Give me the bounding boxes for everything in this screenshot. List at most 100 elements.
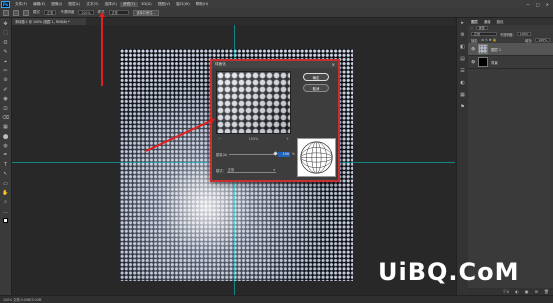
- tool-icon[interactable]: ↖: [2, 171, 9, 178]
- panel-icon-strip: ▸ ⚙ ◧ ▤ ☰ ◐ ▦ ⚑: [456, 18, 468, 295]
- preview-zoom-row: − 100% +: [216, 136, 291, 141]
- fill-field[interactable]: 100%: [535, 37, 550, 43]
- menu-item[interactable]: 文字(Y): [83, 2, 101, 7]
- eye-icon[interactable]: 👁: [471, 47, 475, 51]
- add-selection-icon[interactable]: [23, 9, 29, 16]
- menu-item[interactable]: 选择(S): [102, 2, 120, 7]
- tool-icon[interactable]: ✐: [2, 87, 9, 94]
- document-tab-bar: 未标题-1 @ 100% (图层 1, RGB/8) *: [12, 18, 455, 25]
- layer-row[interactable]: 👁 图层 1: [468, 43, 553, 56]
- panel-icon[interactable]: ▤: [459, 56, 466, 63]
- menu-item[interactable]: 图像(I): [48, 2, 65, 7]
- close-icon[interactable]: ✕: [546, 2, 549, 7]
- menu-item[interactable]: 图层(L): [65, 2, 83, 7]
- ok-button[interactable]: 确定: [303, 73, 329, 81]
- tool-icon[interactable]: ⌕: [2, 199, 9, 206]
- opacity-label: 不透明度: [60, 10, 75, 14]
- layer-name: 背景: [491, 60, 498, 65]
- panel-icon[interactable]: ◐: [459, 80, 466, 87]
- annotation-arrow-menu: [101, 14, 103, 86]
- tool-icon[interactable]: ✒: [2, 152, 9, 159]
- tool-icon[interactable]: ◍: [2, 143, 9, 150]
- layer-row[interactable]: 👁 背景: [468, 56, 553, 69]
- layers-action-icon[interactable]: 🗑: [544, 289, 549, 294]
- dialog-close-icon[interactable]: ✕: [332, 62, 335, 67]
- panel-icon[interactable]: ⚑: [459, 104, 466, 111]
- filter-preview[interactable]: [216, 71, 291, 134]
- photoshop-logo: Ps: [1, 0, 10, 8]
- tool-icon[interactable]: ◉: [2, 96, 9, 103]
- new-selection-icon[interactable]: [13, 9, 19, 16]
- menu-item[interactable]: 滤镜(T): [119, 1, 139, 7]
- layers-bottom-bar: ⓕx ◐ ▣ ⊞ 🗑: [468, 288, 553, 295]
- lock-icon[interactable]: ⊡ ✎ ✥ 🔒: [481, 38, 496, 42]
- tab-paths[interactable]: 路径: [497, 19, 504, 24]
- style-select[interactable]: 正常: [108, 10, 129, 15]
- layers-tabs: 图层 通道 路径: [468, 18, 553, 25]
- tab-channels[interactable]: 通道: [484, 19, 491, 24]
- menu-item[interactable]: 文件(F): [12, 2, 30, 7]
- tool-icon[interactable]: ▦: [2, 124, 9, 131]
- tools-panel: ✥ ⬚ ʘ ✎ ⌖ ✂ ⊘ ✐ ◉ ⎚ ⌫ ▦ ⬤ ◍ ✒ T ↖ ▭ ✋ ⌕ …: [0, 18, 12, 295]
- foreground-color-swatch[interactable]: [3, 218, 8, 224]
- layer-opacity-field[interactable]: 100%: [516, 31, 532, 37]
- dialog-titlebar[interactable]: 球面化 ✕: [212, 61, 338, 68]
- tool-icon[interactable]: ✥: [2, 21, 9, 28]
- mode-label: 模式: [33, 10, 40, 14]
- opacity-field[interactable]: 100%: [78, 10, 94, 15]
- tool-icon[interactable]: …: [2, 209, 9, 216]
- panel-icon[interactable]: ▦: [459, 92, 466, 99]
- tool-icon[interactable]: ✎: [2, 49, 9, 56]
- menu-item[interactable]: 编辑(E): [30, 2, 48, 7]
- cancel-button[interactable]: 取消: [303, 84, 329, 92]
- zoom-in-button[interactable]: +: [286, 137, 289, 141]
- document-tab[interactable]: 未标题-1 @ 100% (图层 1, RGB/8) *: [12, 18, 86, 25]
- layer-thumbnail: [478, 44, 488, 54]
- menu-item[interactable]: 视图(V): [155, 2, 173, 7]
- amount-slider-knob[interactable]: [273, 151, 278, 156]
- menu-items: 文件(F) 编辑(E) 图像(I) 图层(L) 文字(Y) 选择(S) 滤镜(T) 3D(D)…: [12, 1, 212, 7]
- tool-icon[interactable]: T: [2, 162, 9, 169]
- menu-item[interactable]: 3D(D): [138, 2, 155, 7]
- amount-input[interactable]: 100: [277, 151, 290, 157]
- minimize-icon[interactable]: —: [526, 2, 530, 7]
- select-and-mask-button[interactable]: 选择并遮住...: [132, 9, 160, 16]
- layers-action-icon[interactable]: ⓕx: [503, 289, 509, 295]
- tool-icon[interactable]: ⌖: [2, 59, 9, 66]
- tool-icon[interactable]: ⊘: [2, 77, 9, 84]
- panel-icon[interactable]: ⚙: [459, 32, 466, 39]
- tool-icon[interactable]: ▭: [2, 181, 9, 188]
- zoom-level: 100%: [248, 136, 259, 141]
- amount-slider[interactable]: [229, 151, 278, 156]
- lock-label: 锁定:: [471, 38, 479, 43]
- tool-icon[interactable]: ⬚: [2, 30, 9, 37]
- marquee-tool-icon[interactable]: [3, 9, 9, 16]
- menu-item[interactable]: 帮助(H): [193, 2, 212, 7]
- maximize-icon[interactable]: □: [536, 2, 540, 7]
- menu-item[interactable]: 窗口(W): [173, 2, 193, 7]
- kind-filter-select[interactable]: 类型: [475, 25, 488, 31]
- status-bar: 100% 文档:3.00M/3.00M: [0, 295, 553, 303]
- eye-icon[interactable]: 👁: [471, 60, 475, 64]
- layers-action-icon[interactable]: ▣: [525, 289, 529, 294]
- blend-mode-select[interactable]: 正常: [471, 31, 497, 37]
- tool-icon[interactable]: ʘ: [2, 40, 9, 47]
- tool-icon[interactable]: ⎚: [2, 106, 9, 113]
- tab-layers[interactable]: 图层: [471, 19, 478, 24]
- panel-icon[interactable]: ▸: [459, 20, 466, 27]
- tool-icon[interactable]: ⬤: [2, 134, 9, 141]
- mode-value: 正常: [227, 168, 235, 172]
- mode-select[interactable]: 正常 ▾: [226, 167, 276, 173]
- tool-icon[interactable]: ⌫: [2, 115, 9, 122]
- mode-select[interactable]: 正常: [44, 10, 57, 15]
- tool-icon[interactable]: ✂: [2, 68, 9, 75]
- panel-icon[interactable]: ◧: [459, 44, 466, 51]
- tool-icon[interactable]: ✋: [2, 190, 9, 197]
- chevron-down-icon: ▾: [273, 167, 275, 172]
- panel-icon[interactable]: ☰: [459, 68, 466, 75]
- layers-action-icon[interactable]: ⊞: [535, 289, 538, 294]
- zoom-out-button[interactable]: −: [218, 137, 221, 141]
- fill-label: 填充:: [524, 38, 533, 43]
- mode-label: 模式:: [216, 168, 224, 173]
- layers-action-icon[interactable]: ◐: [515, 289, 519, 294]
